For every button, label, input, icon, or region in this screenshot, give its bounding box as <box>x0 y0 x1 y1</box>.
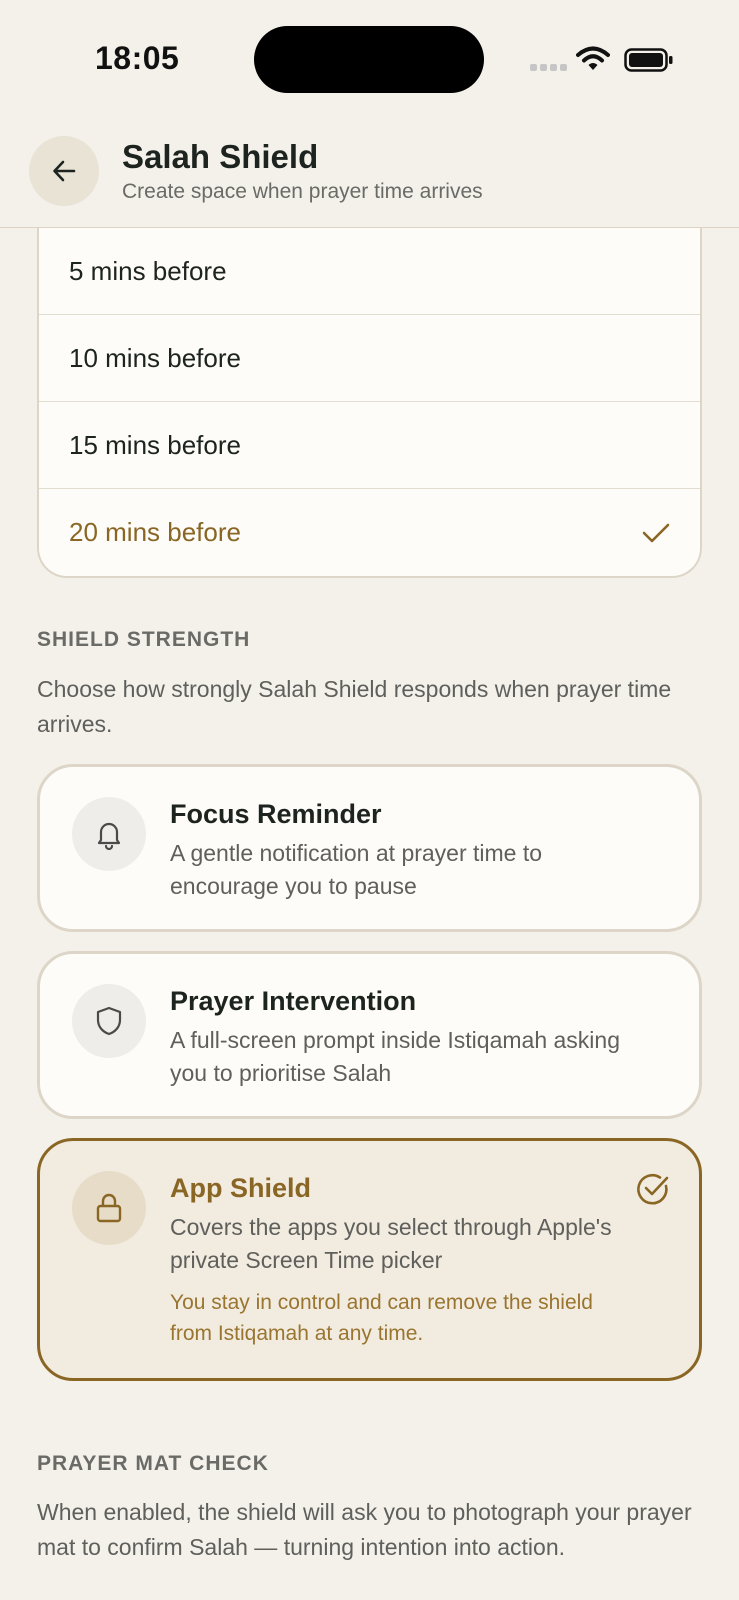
prayer-mat-check-label: PRAYER MAT CHECK <box>37 1452 269 1475</box>
option-description: A full-screen prompt inside Istiqamah as… <box>170 1027 620 1086</box>
shield-icon <box>72 984 146 1058</box>
option-note: You stay in control and can remove the s… <box>170 1291 593 1345</box>
check-circle-icon <box>635 1171 671 1212</box>
checkmark-icon <box>642 522 670 544</box>
option-title: App Shield <box>170 1173 311 1203</box>
page-title: Salah Shield <box>122 138 319 175</box>
option-description: Covers the apps you select through Apple… <box>170 1214 612 1273</box>
reminder-option-20[interactable]: 20 mins before <box>39 489 700 576</box>
reminder-option-5[interactable]: 5 mins before <box>39 228 700 315</box>
lock-icon <box>72 1171 146 1245</box>
option-description: A gentle notification at prayer time to … <box>170 840 543 899</box>
back-button[interactable] <box>29 136 99 206</box>
option-title: Focus Reminder <box>170 799 382 829</box>
reminder-option-label: 10 mins before <box>69 342 241 373</box>
dynamic-island <box>254 26 484 93</box>
page-subtitle: Create space when prayer time arrives <box>122 180 483 203</box>
strength-option-prayer-intervention[interactable]: Prayer Intervention A full-screen prompt… <box>37 951 702 1119</box>
shield-strength-label: SHIELD STRENGTH <box>37 628 251 651</box>
reminder-time-list: 5 mins before 10 mins before 15 mins bef… <box>37 228 702 578</box>
arrow-left-icon <box>53 160 76 182</box>
reminder-option-10[interactable]: 10 mins before <box>39 315 700 402</box>
battery-icon <box>624 48 674 77</box>
wifi-icon <box>576 46 610 77</box>
reminder-option-label: 15 mins before <box>69 429 241 460</box>
status-time: 18:05 <box>95 40 180 76</box>
bell-icon <box>72 797 146 871</box>
strength-option-focus-reminder[interactable]: Focus Reminder A gentle notification at … <box>37 764 702 932</box>
reminder-option-15[interactable]: 15 mins before <box>39 402 700 489</box>
cellular-signal-icon <box>530 64 567 71</box>
strength-option-app-shield[interactable]: App Shield Covers the apps you select th… <box>37 1138 702 1381</box>
status-bar: 18:05 <box>0 0 739 120</box>
prayer-mat-check-description: When enabled, the shield will ask you to… <box>37 1499 692 1560</box>
reminder-option-label: 20 mins before <box>69 517 241 547</box>
shield-strength-description: Choose how strongly Salah Shield respond… <box>37 676 672 737</box>
reminder-option-label: 5 mins before <box>69 255 227 286</box>
header: Salah Shield Create space when prayer ti… <box>0 120 739 228</box>
option-title: Prayer Intervention <box>170 986 417 1016</box>
